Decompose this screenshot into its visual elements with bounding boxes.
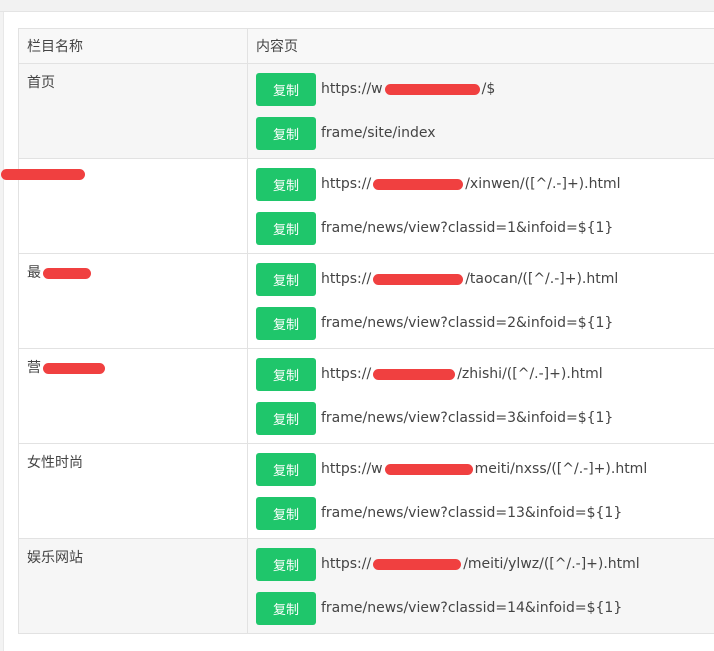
url-line: 复制 https:///meiti/ylwz/([^/.-]+).html bbox=[256, 542, 714, 586]
content-cell: 复制 https:///zhishi/([^/.-]+).html 复制 fra… bbox=[247, 348, 714, 444]
copy-button[interactable]: 复制 bbox=[256, 72, 316, 106]
top-bar bbox=[0, 0, 714, 12]
redaction-mark bbox=[373, 368, 456, 380]
copy-button[interactable]: 复制 bbox=[256, 116, 316, 150]
copy-button[interactable]: 复制 bbox=[256, 306, 316, 340]
header-content-page: 内容页 bbox=[247, 28, 714, 64]
column-name: 最 bbox=[27, 265, 41, 281]
redaction-mark bbox=[43, 362, 105, 374]
content-cell: 复制 https://w meiti/nxss/([^/.-]+).html 复制… bbox=[247, 443, 714, 539]
route-value[interactable]: frame/news/view?classid=14&infoid=${1} bbox=[321, 600, 622, 616]
copy-button[interactable]: 复制 bbox=[256, 167, 316, 201]
rewrite-rules-table: 栏目名称 内容页 首页 复制 https://w/$ 复制 frame/site… bbox=[1, 28, 714, 634]
redaction-mark bbox=[373, 558, 462, 570]
column-name-cell: 娱乐网站 bbox=[18, 538, 248, 634]
column-name-cell bbox=[1, 158, 248, 254]
copy-button[interactable]: 复制 bbox=[256, 452, 316, 486]
route-line: 复制 frame/site/index bbox=[256, 111, 714, 155]
copy-button[interactable]: 复制 bbox=[256, 211, 316, 245]
url-line: 复制 https://w/$ bbox=[256, 67, 714, 111]
content-cell: 复制 https:///taocan/([^/.-]+).html 复制 fra… bbox=[247, 253, 714, 349]
copy-button[interactable]: 复制 bbox=[256, 591, 316, 625]
table-row: 首页 复制 https://w/$ 复制 frame/site/index bbox=[18, 63, 714, 159]
route-value[interactable]: frame/site/index bbox=[321, 125, 436, 141]
url-value[interactable]: https:///taocan/([^/.-]+).html bbox=[321, 271, 618, 287]
content-cell: 复制 https:///meiti/ylwz/([^/.-]+).html 复制… bbox=[247, 538, 714, 634]
url-value[interactable]: https:///meiti/ylwz/([^/.-]+).html bbox=[321, 556, 640, 572]
route-value[interactable]: frame/news/view?classid=3&infoid=${1} bbox=[321, 410, 613, 426]
copy-button[interactable]: 复制 bbox=[256, 496, 316, 530]
column-name: 女性时尚 bbox=[27, 455, 83, 471]
column-name: 首页 bbox=[27, 75, 55, 91]
table-row: 最 复制 https:///taocan/([^/.-]+).html 复制 f… bbox=[18, 253, 714, 349]
route-line: 复制 frame/news/view?classid=2&infoid=${1} bbox=[256, 301, 714, 345]
route-line: 复制 frame/news/view?classid=14&infoid=${1… bbox=[256, 586, 714, 630]
redaction-mark bbox=[43, 267, 91, 279]
table-row: 复制 https:///xinwen/([^/.-]+).html 复制 fra… bbox=[1, 158, 714, 254]
url-line: 复制 https:///zhishi/([^/.-]+).html bbox=[256, 352, 714, 396]
content-cell: 复制 https://w/$ 复制 frame/site/index bbox=[247, 63, 714, 159]
redaction-mark bbox=[384, 463, 473, 475]
route-value[interactable]: frame/news/view?classid=1&infoid=${1} bbox=[321, 220, 613, 236]
route-value[interactable]: frame/news/view?classid=2&infoid=${1} bbox=[321, 315, 613, 331]
copy-button[interactable]: 复制 bbox=[256, 401, 316, 435]
content-cell: 复制 https:///xinwen/([^/.-]+).html 复制 fra… bbox=[247, 158, 714, 254]
route-line: 复制 frame/news/view?classid=13&infoid=${1… bbox=[256, 491, 714, 535]
route-line: 复制 frame/news/view?classid=1&infoid=${1} bbox=[256, 206, 714, 250]
column-name-cell: 女性时尚 bbox=[18, 443, 248, 539]
route-value[interactable]: frame/news/view?classid=13&infoid=${1} bbox=[321, 505, 622, 521]
copy-button[interactable]: 复制 bbox=[256, 262, 316, 296]
redaction-mark bbox=[384, 83, 480, 95]
column-name-cell: 营 bbox=[18, 348, 248, 444]
table-row: 营 复制 https:///zhishi/([^/.-]+).html 复制 f… bbox=[18, 348, 714, 444]
table-header-row: 栏目名称 内容页 bbox=[18, 28, 714, 64]
url-value[interactable]: https://w meiti/nxss/([^/.-]+).html bbox=[321, 461, 647, 477]
header-column-name: 栏目名称 bbox=[18, 28, 248, 64]
redaction-mark bbox=[373, 178, 464, 190]
column-name: 营 bbox=[27, 360, 41, 376]
url-line: 复制 https://w meiti/nxss/([^/.-]+).html bbox=[256, 447, 714, 491]
column-name: 娱乐网站 bbox=[27, 550, 83, 566]
url-line: 复制 https:///taocan/([^/.-]+).html bbox=[256, 257, 714, 301]
url-line: 复制 https:///xinwen/([^/.-]+).html bbox=[256, 162, 714, 206]
copy-button[interactable]: 复制 bbox=[256, 357, 316, 391]
table-row: 女性时尚 复制 https://w meiti/nxss/([^/.-]+).ht… bbox=[18, 443, 714, 539]
url-value[interactable]: https:///zhishi/([^/.-]+).html bbox=[321, 366, 603, 382]
url-value[interactable]: https://w/$ bbox=[321, 81, 495, 97]
table-row: 娱乐网站 复制 https:///meiti/ylwz/([^/.-]+).ht… bbox=[18, 538, 714, 634]
url-value[interactable]: https:///xinwen/([^/.-]+).html bbox=[321, 176, 620, 192]
route-line: 复制 frame/news/view?classid=3&infoid=${1} bbox=[256, 396, 714, 440]
column-name-cell: 最 bbox=[18, 253, 248, 349]
column-name-cell: 首页 bbox=[18, 63, 248, 159]
redaction-mark bbox=[1, 168, 85, 180]
content-panel: 栏目名称 内容页 首页 复制 https://w/$ 复制 frame/site… bbox=[1, 12, 714, 651]
redaction-mark bbox=[373, 273, 464, 285]
copy-button[interactable]: 复制 bbox=[256, 547, 316, 581]
